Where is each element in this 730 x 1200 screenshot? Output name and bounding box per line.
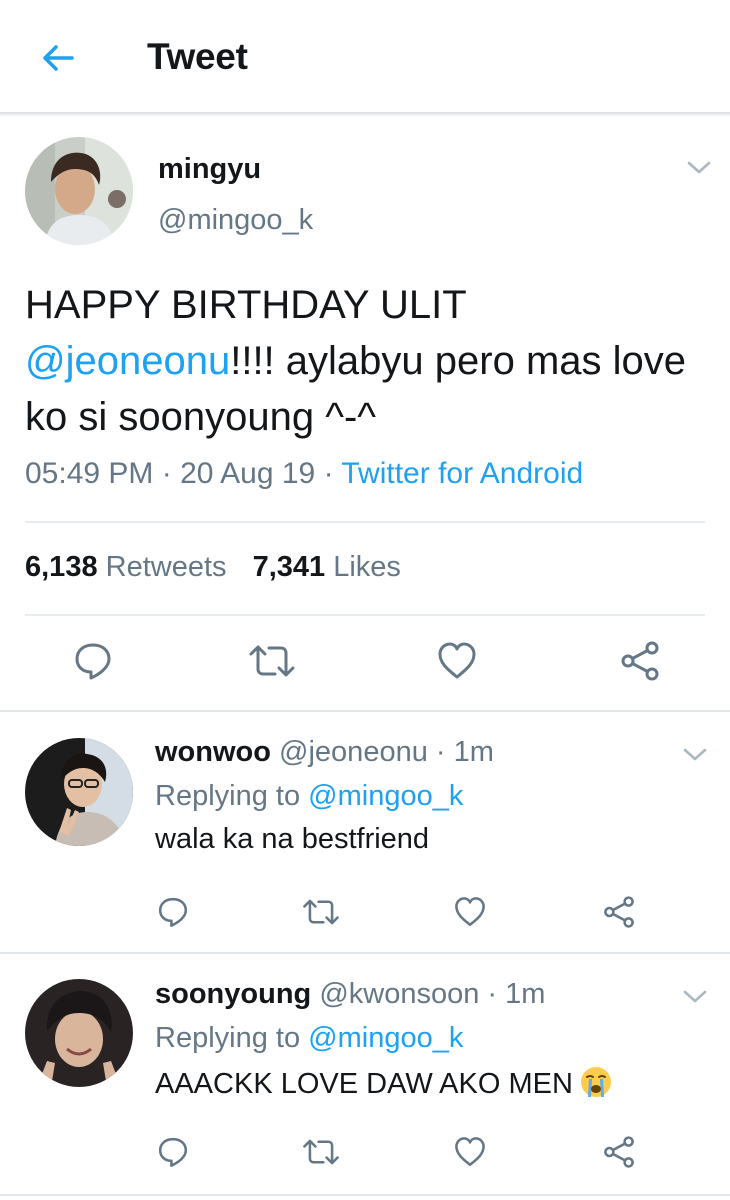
avatar[interactable] xyxy=(25,979,133,1087)
reply-text-content: AAACKK LOVE DAW AKO MEN xyxy=(155,1068,573,1100)
heart-icon[interactable] xyxy=(437,641,477,681)
reply-time: 1m xyxy=(505,978,546,1010)
arrow-left-icon[interactable] xyxy=(38,38,78,78)
meta-separator: · xyxy=(435,736,446,768)
chevron-down-icon[interactable] xyxy=(682,747,708,763)
reply-author-handle[interactable]: @kwonsoon xyxy=(319,978,479,1010)
share-icon[interactable] xyxy=(620,641,660,681)
share-icon[interactable] xyxy=(603,1136,635,1168)
tweet-text: HAPPY BIRTHDAY ULIT @jeoneonu!!!! aylaby… xyxy=(25,277,715,445)
tweet-actions xyxy=(0,641,730,685)
divider xyxy=(25,614,705,616)
tweet-text-part: HAPPY BIRTHDAY ULIT xyxy=(25,283,466,327)
mention-link[interactable]: @jeoneonu xyxy=(25,339,230,383)
avatar[interactable] xyxy=(25,137,133,245)
chevron-down-icon[interactable] xyxy=(686,160,712,176)
likes-count[interactable]: 7,341 xyxy=(253,551,326,583)
retweet-icon[interactable] xyxy=(248,641,296,681)
reply-text: wala ka na bestfriend xyxy=(155,823,430,855)
replying-to: Replying to @mingoo_k xyxy=(155,780,463,813)
avatar[interactable] xyxy=(25,738,133,846)
reply-header: wonwoo @jeoneonu · 1m xyxy=(155,736,494,769)
replying-to-label: Replying to xyxy=(155,1022,301,1054)
reply-text: AAACKK LOVE DAW AKO MEN xyxy=(155,1065,613,1101)
heart-icon[interactable] xyxy=(454,896,486,928)
tweet-meta: 05:49 PM · 20 Aug 19 · Twitter for Andro… xyxy=(25,457,583,491)
author-handle[interactable]: @mingoo_k xyxy=(158,204,313,237)
reply-tweet[interactable]: soonyoung @kwonsoon · 1m Replying to @mi… xyxy=(0,954,730,1194)
loudly-crying-face-icon xyxy=(579,1065,613,1099)
retweets-count[interactable]: 6,138 xyxy=(25,551,98,583)
reply-header: soonyoung @kwonsoon · 1m xyxy=(155,978,545,1011)
retweet-icon[interactable] xyxy=(302,896,340,928)
replying-to-handle[interactable]: @mingoo_k xyxy=(308,1022,463,1054)
replying-to-handle[interactable]: @mingoo_k xyxy=(308,780,463,812)
share-icon[interactable] xyxy=(603,896,635,928)
tweet-stats: 6,138 Retweets 7,341 Likes xyxy=(25,551,401,584)
likes-label[interactable]: Likes xyxy=(333,551,401,583)
meta-separator: · xyxy=(323,457,334,490)
tweet-time: 05:49 PM xyxy=(25,457,154,490)
tweet-date: 20 Aug 19 xyxy=(180,457,316,490)
meta-separator: · xyxy=(161,457,172,490)
meta-separator: · xyxy=(487,978,498,1010)
page-title: Tweet xyxy=(147,36,248,77)
reply-author-name[interactable]: wonwoo xyxy=(155,736,271,768)
chevron-down-icon[interactable] xyxy=(682,989,708,1005)
reply-icon[interactable] xyxy=(157,1136,189,1168)
reply-time: 1m xyxy=(453,736,494,768)
replying-to-label: Replying to xyxy=(155,780,301,812)
header-divider xyxy=(0,112,730,117)
reply-author-name[interactable]: soonyoung xyxy=(155,978,311,1010)
divider xyxy=(25,521,705,523)
app-header: Tweet xyxy=(0,0,730,114)
reply-author-handle[interactable]: @jeoneonu xyxy=(279,736,428,768)
reply-icon[interactable] xyxy=(73,641,113,681)
retweets-label[interactable]: Retweets xyxy=(106,551,227,583)
tweet-source-link[interactable]: Twitter for Android xyxy=(341,457,583,490)
heart-icon[interactable] xyxy=(454,1136,486,1168)
replying-to: Replying to @mingoo_k xyxy=(155,1022,463,1055)
author-name[interactable]: mingyu xyxy=(158,153,261,186)
reply-tweet[interactable]: wonwoo @jeoneonu · 1m Replying to @mingo… xyxy=(0,712,730,952)
retweet-icon[interactable] xyxy=(302,1136,340,1168)
reply-icon[interactable] xyxy=(157,896,189,928)
divider xyxy=(0,1194,730,1196)
